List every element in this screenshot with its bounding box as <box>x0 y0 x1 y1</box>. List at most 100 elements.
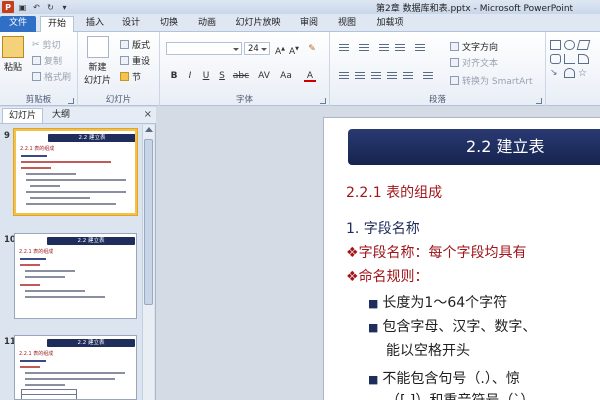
tab-file[interactable]: 文件 <box>0 16 36 32</box>
paragraph-launcher-icon[interactable] <box>536 98 542 104</box>
font-color-button[interactable]: A <box>304 70 316 82</box>
slide-sub-bullet-text: 长度为1～64个字符 <box>382 295 508 311</box>
bold-button[interactable]: B <box>168 70 180 82</box>
layout-button[interactable]: 版式 <box>120 38 150 51</box>
connector-shape-icon[interactable]: ↘ <box>550 68 561 78</box>
title-bar: P ▣ ↶ ↻ ▾ 第2章 数据库和表.pptx - Microsoft Pow… <box>0 0 600 14</box>
tab-outline[interactable]: 大纲 <box>46 108 76 123</box>
shadow-button[interactable]: S <box>216 70 228 82</box>
tab-addins[interactable]: 加载项 <box>370 16 410 32</box>
slide-thumbnail-11[interactable]: 2.2 建立表 2.2.1 表的组成 <box>14 335 137 400</box>
justify-icon[interactable] <box>386 70 398 81</box>
thumbnail-title: 2.2 建立表 <box>48 134 135 142</box>
line-shape-icon[interactable] <box>564 54 575 64</box>
text-direction-button[interactable]: 文字方向 <box>450 40 498 53</box>
slide-bullet[interactable]: ❖命名规则： <box>346 266 429 286</box>
slide-sub-bullet-continuation[interactable]: 能以空格开头 <box>386 340 470 360</box>
font-launcher-icon[interactable] <box>320 98 326 104</box>
customize-qat-icon[interactable]: ▾ <box>59 2 70 13</box>
rectangle-shape-icon[interactable] <box>550 40 561 50</box>
tab-slides[interactable]: 幻灯片 <box>2 108 44 123</box>
thumbnail-text-line <box>30 197 90 199</box>
numbering-icon[interactable] <box>358 42 370 53</box>
change-case-button[interactable]: Aa <box>278 70 294 82</box>
smartart-label: 转换为 SmartArt <box>462 77 533 87</box>
scroll-up-icon[interactable] <box>145 127 153 132</box>
convert-smartart-button[interactable]: 转换为 SmartArt <box>450 74 532 87</box>
align-text-label: 对齐文本 <box>462 59 499 69</box>
thumbnail-title: 2.2 建立表 <box>47 237 135 245</box>
clipboard-launcher-icon[interactable] <box>68 98 74 104</box>
reset-icon <box>120 56 129 65</box>
align-right-icon[interactable] <box>370 70 382 81</box>
copy-button[interactable]: 复制 <box>32 54 62 67</box>
slide-thumbnail-9[interactable]: 2.2 建立表 2.2.1 表的组成 <box>14 129 137 215</box>
slide-sub-bullet[interactable]: ■ 包含字母、汉字、数字、 <box>368 316 536 336</box>
slides-pane-tabs: 幻灯片 大纲 × <box>0 107 156 124</box>
tab-home[interactable]: 开始 <box>40 16 74 33</box>
strikethrough-button[interactable]: abc <box>232 70 250 82</box>
curve-shape-icon[interactable] <box>578 54 589 64</box>
slide-thumbnail-10[interactable]: 2.2 建立表 2.2.1 表的组成 <box>14 233 137 319</box>
scroll-thumb[interactable] <box>144 139 153 305</box>
tab-insert[interactable]: 插入 <box>80 16 110 32</box>
italic-button[interactable]: I <box>184 70 196 82</box>
slide-sub-bullet[interactable]: ■ 不能包含句号（.）、惊 <box>368 368 520 388</box>
line-spacing-icon[interactable] <box>414 42 426 53</box>
oval-shape-icon[interactable] <box>564 40 575 50</box>
thumbnail-text-line <box>26 203 116 205</box>
current-slide[interactable]: 2.2 建立表 2.2.1 表的组成 1. 字段名称 ❖字段名称：每个字段均具有… <box>323 117 600 400</box>
tab-view[interactable]: 视图 <box>332 16 362 32</box>
new-slide-label-2: 幻灯片 <box>84 76 112 86</box>
format-painter-button[interactable]: 格式刷 <box>32 70 71 83</box>
close-icon[interactable]: × <box>144 109 152 120</box>
arc-shape-icon[interactable] <box>564 68 575 78</box>
tab-review[interactable]: 审阅 <box>294 16 324 32</box>
align-center-icon[interactable] <box>354 70 366 81</box>
distributed-icon[interactable] <box>402 70 414 81</box>
slides-pane: 幻灯片 大纲 × 9 2.2 建立表 2.2.1 表的组成 10 2.2 建立表… <box>0 107 156 400</box>
increase-indent-icon[interactable] <box>394 42 406 53</box>
powerpoint-app-icon[interactable]: P <box>2 1 14 13</box>
font-name-dropdown[interactable] <box>166 42 242 55</box>
star-shape-icon[interactable]: ☆ <box>578 68 589 79</box>
slide-bullet[interactable]: ❖字段名称：每个字段均具有 <box>346 242 527 262</box>
tab-design[interactable]: 设计 <box>116 16 146 32</box>
tab-transitions[interactable]: 切换 <box>154 16 184 32</box>
parallelogram-shape-icon[interactable] <box>576 40 591 50</box>
font-size-dropdown[interactable]: 24 <box>244 42 270 55</box>
undo-icon[interactable]: ↶ <box>31 2 42 13</box>
section-button[interactable]: 节 <box>120 70 141 83</box>
slide-heading[interactable]: 1. 字段名称 <box>346 218 420 238</box>
decrease-indent-icon[interactable] <box>378 42 390 53</box>
bullets-icon[interactable] <box>338 42 350 53</box>
cut-button[interactable]: ✂ 剪切 <box>32 38 61 52</box>
tab-animations[interactable]: 动画 <box>192 16 222 32</box>
columns-icon[interactable] <box>422 70 434 81</box>
grow-font-icon[interactable]: A▲ <box>274 43 286 57</box>
paste-label: 粘贴 <box>3 63 22 73</box>
slide-sub-bullet-continuation[interactable]: （[ ]）和重音符号（`） <box>386 390 534 400</box>
reset-button[interactable]: 重设 <box>120 54 150 67</box>
text-direction-icon <box>450 42 459 51</box>
shrink-font-icon[interactable]: A▼ <box>288 43 300 57</box>
thumbnail-text-line <box>20 360 46 362</box>
slides-pane-scrollbar[interactable] <box>142 125 154 400</box>
save-icon[interactable]: ▣ <box>17 2 28 13</box>
new-slide-button[interactable]: 新建 幻灯片 <box>84 36 111 86</box>
slide-subtitle[interactable]: 2.2.1 表的组成 <box>346 182 442 202</box>
redo-icon[interactable]: ↻ <box>45 2 56 13</box>
rounded-rect-shape-icon[interactable] <box>550 54 561 64</box>
diamond-bullet-icon: ❖ <box>346 269 359 285</box>
underline-button[interactable]: U <box>200 70 212 82</box>
character-spacing-button[interactable]: AV <box>256 70 272 82</box>
slide-sub-bullet[interactable]: ■ 长度为1～64个字符 <box>368 292 507 312</box>
clear-formatting-icon[interactable]: ✎ <box>306 43 318 55</box>
paste-button[interactable]: 粘贴 <box>2 36 24 73</box>
drawing-group: ↘ ☆ <box>546 32 600 106</box>
align-left-icon[interactable] <box>338 70 350 81</box>
slide-title[interactable]: 2.2 建立表 <box>348 129 600 165</box>
align-text-button[interactable]: 对齐文本 <box>450 56 498 69</box>
tab-slideshow[interactable]: 幻灯片放映 <box>232 16 284 32</box>
thumbnail-subtitle: 2.2.1 表的组成 <box>20 146 55 152</box>
